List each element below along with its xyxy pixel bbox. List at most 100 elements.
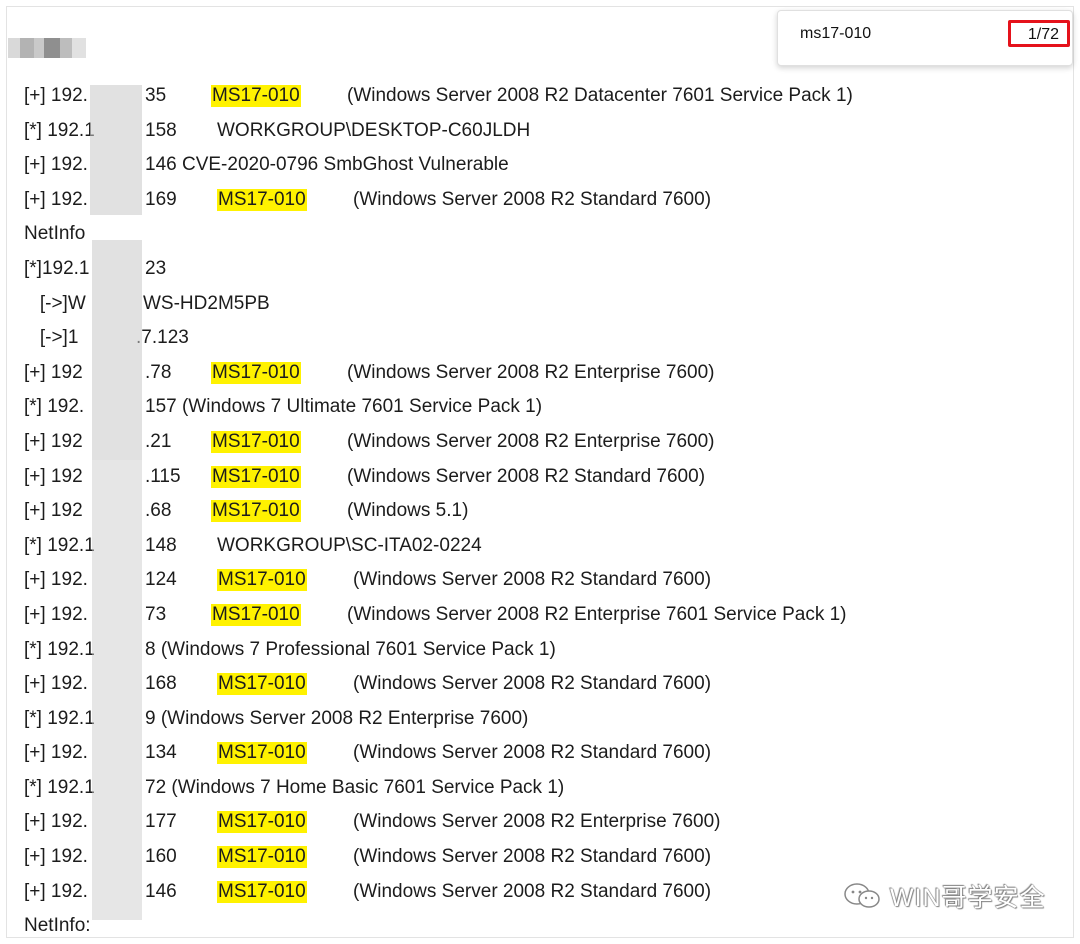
log-row: [*] 192.1 9 (Windows Server 2008 R2 Enter…: [0, 702, 1080, 737]
ms17-010-highlight: MS17-010: [211, 430, 301, 453]
log-prefix: [*] 192.1: [24, 119, 95, 141]
log-prefix: [+] 192: [24, 500, 83, 522]
log-host-suffix: 169: [145, 188, 177, 210]
ms17-010-highlight: MS17-010: [217, 569, 307, 592]
log-row: [*] 192.1 148 WORKGROUP\SC-ITA02-0224: [0, 529, 1080, 564]
log-prefix: [*]192.1: [24, 257, 90, 279]
log-prefix: [+] 192.: [24, 880, 88, 902]
ms17-010-highlight: MS17-010: [217, 188, 307, 211]
log-row: [+] 192 .21 MS17-010 (Windows Server 2008 R…: [0, 425, 1080, 460]
log-host-suffix: WS-HD2M5PB: [143, 292, 270, 314]
log-host-suffix: .7.123: [136, 327, 189, 349]
log-row: [+] 192 .68 MS17-010 (Windows 5.1): [0, 494, 1080, 529]
ms17-010-highlight: MS17-010: [217, 811, 307, 834]
log-info: (Windows 5.1): [347, 500, 469, 522]
log-row: NetInfo:: [0, 909, 1080, 944]
log-host-suffix: .21: [145, 430, 172, 452]
log-prefix: [+] 192.: [24, 188, 88, 210]
scan-output-log: [+] 192. 35 MS17-010 (Windows Server 2008 R…: [0, 79, 1080, 944]
log-row: [*] 192.1 158 WORKGROUP\DESKTOP-C60JLDH: [0, 114, 1080, 149]
ms17-010-highlight: MS17-010: [211, 603, 301, 626]
log-row: [*] 192. 157 (Windows 7 Ultimate 7601 Ser…: [0, 390, 1080, 425]
log-row: [+] 192. 168 MS17-010 (Windows Server 2008 …: [0, 667, 1080, 702]
redacted-title: [8, 38, 96, 58]
watermark: WIN哥学安全: [842, 878, 1046, 914]
find-bar[interactable]: ms17-010 1/72: [777, 10, 1073, 66]
log-row: [+] 192 .115 MS17-010 (Windows Server 2008 …: [0, 460, 1080, 495]
log-host-suffix: 23: [145, 257, 167, 279]
log-host-suffix: 72 (Windows 7 Home Basic 7601 Service Pa…: [145, 776, 565, 798]
log-info: (Windows Server 2008 R2 Standard 7600): [353, 880, 712, 902]
log-prefix: NetInfo:: [24, 915, 91, 937]
log-host-suffix: .115: [145, 465, 181, 487]
log-row: [+] 192. 146 CVE-2020-0796 SmbGhost Vulne…: [0, 148, 1080, 183]
redaction-mask: [92, 460, 142, 920]
log-host-suffix: 124: [145, 569, 177, 591]
log-prefix: [+] 192.: [24, 811, 88, 833]
log-row: [*]192.1 23: [0, 252, 1080, 287]
log-host-suffix: .78: [145, 361, 172, 383]
log-info: (Windows Server 2008 R2 Standard 7600): [353, 569, 712, 591]
ms17-010-highlight: MS17-010: [217, 673, 307, 696]
ms17-010-highlight: MS17-010: [211, 85, 301, 107]
log-info: (Windows Server 2008 R2 Enterprise 7601 …: [347, 603, 847, 625]
log-info: (Windows Server 2008 R2 Standard 7600): [353, 188, 712, 210]
log-info: (Windows Server 2008 R2 Enterprise 7600): [353, 811, 721, 833]
log-prefix: [*] 192.1: [24, 776, 95, 798]
log-info: (Windows Server 2008 R2 Enterprise 7600): [347, 430, 715, 452]
log-prefix: [+] 192.: [24, 673, 88, 695]
log-row: NetInfo: [0, 217, 1080, 252]
log-prefix: [+] 192: [24, 430, 83, 452]
log-row: [+] 192 .78 MS17-010 (Windows Server 2008 R…: [0, 356, 1080, 391]
log-info: (Windows Server 2008 R2 Enterprise 7600): [347, 361, 715, 383]
ms17-010-highlight: MS17-010: [217, 742, 307, 765]
log-prefix: [*] 192.1: [24, 707, 95, 729]
find-match-count: 1/72: [1027, 26, 1059, 43]
ms17-010-highlight: MS17-010: [211, 500, 301, 523]
log-prefix: [+] 192.: [24, 742, 88, 764]
log-prefix: [+] 192.: [24, 603, 88, 625]
log-host-suffix: 35: [145, 85, 167, 106]
log-info: (Windows Server 2008 R2 Datacenter 7601 …: [347, 85, 853, 106]
log-host-suffix: 134: [145, 742, 177, 764]
log-host-suffix: 146: [145, 880, 177, 902]
log-row: [+] 192. 169 MS17-010 (Windows Server 2008 …: [0, 183, 1080, 218]
log-info: (Windows Server 2008 R2 Standard 7600): [347, 465, 706, 487]
log-host-suffix: 158: [145, 119, 177, 141]
log-prefix: [+] 192: [24, 465, 83, 487]
find-query-input[interactable]: ms17-010: [800, 25, 871, 43]
log-host-suffix: 8 (Windows 7 Professional 7601 Service P…: [145, 638, 556, 660]
ms17-010-highlight: MS17-010: [217, 880, 307, 903]
log-row: [->]W WS-HD2M5PB: [0, 287, 1080, 322]
log-host-suffix: 146 CVE-2020-0796 SmbGhost Vulnerable: [145, 154, 509, 176]
watermark-text: WIN哥学安全: [890, 884, 1046, 912]
log-row: [+] 192. 177 MS17-010 (Windows Server 2008 …: [0, 805, 1080, 840]
log-prefix: [+] 192: [24, 361, 83, 383]
log-row: [+] 192. 134 MS17-010 (Windows Server 2008 …: [0, 736, 1080, 771]
find-match-count-highlight: 1/72: [1008, 20, 1070, 47]
redaction-mask: [90, 85, 142, 215]
log-row: [+] 192. 124 MS17-010 (Windows Server 2008 …: [0, 563, 1080, 598]
log-row: [+] 192. 160 MS17-010 (Windows Server 2008 …: [0, 840, 1080, 875]
log-row: [+] 192. 73 MS17-010 (Windows Server 2008 R…: [0, 598, 1080, 633]
log-info: WORKGROUP\DESKTOP-C60JLDH: [217, 119, 531, 141]
log-host-suffix: 148: [145, 534, 177, 556]
log-prefix: [*] 192.: [24, 396, 85, 418]
ms17-010-highlight: MS17-010: [217, 846, 307, 869]
log-prefix: [+] 192.: [24, 154, 88, 176]
log-prefix: [+] 192.: [24, 569, 88, 591]
log-host-suffix: 157 (Windows 7 Ultimate 7601 Service Pac…: [145, 396, 543, 418]
log-host-suffix: .68: [145, 500, 172, 522]
wechat-icon: [844, 883, 880, 908]
log-prefix: [->]1: [24, 327, 79, 349]
log-row: [->]1 .7.123: [0, 321, 1080, 356]
log-row: [*] 192.1 8 (Windows 7 Professional 7601 …: [0, 633, 1080, 668]
log-prefix: NetInfo: [24, 223, 86, 245]
log-host-suffix: 160: [145, 846, 177, 868]
log-host-suffix: 177: [145, 811, 177, 833]
log-host-suffix: 73: [145, 603, 167, 625]
log-info: WORKGROUP\SC-ITA02-0224: [217, 534, 482, 556]
log-host-suffix: 9 (Windows Server 2008 R2 Enterprise 760…: [145, 707, 529, 729]
log-row: [+] 192. 35 MS17-010 (Windows Server 2008 R…: [0, 79, 1080, 114]
redaction-mask: [92, 240, 142, 460]
